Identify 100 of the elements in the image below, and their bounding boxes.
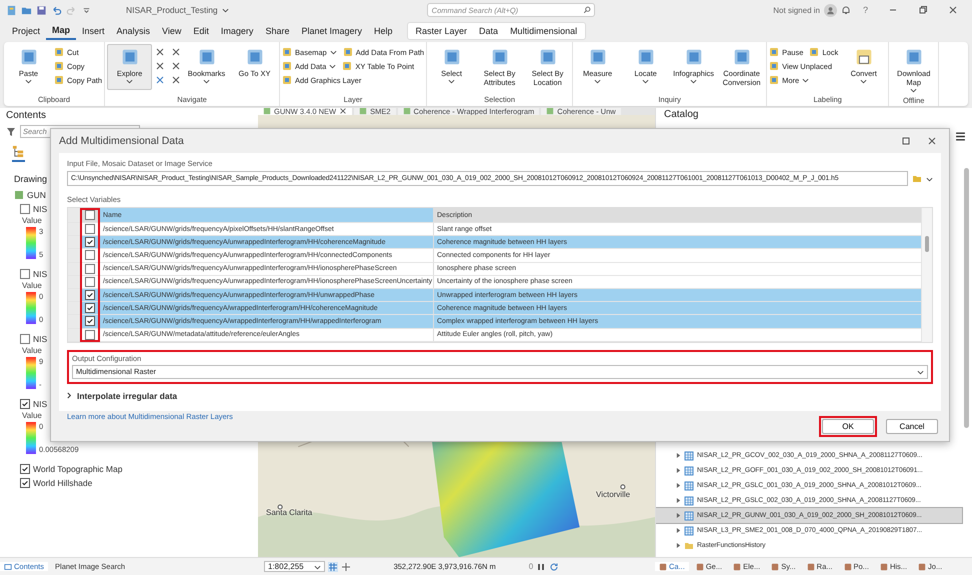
ribbon-tab[interactable]: Analysis (110, 23, 156, 39)
row-checkbox[interactable] (85, 264, 95, 274)
layer-checkbox[interactable] (20, 334, 30, 344)
ok-button[interactable]: OK (822, 418, 874, 434)
bell-icon[interactable] (840, 5, 851, 15)
row-checkbox[interactable] (85, 316, 95, 326)
tool-icon (696, 562, 704, 570)
row-checkbox[interactable] (85, 276, 95, 287)
expand-arrow-icon (676, 483, 681, 488)
place-label: Santa Clarita (266, 508, 312, 517)
map-icon (263, 108, 271, 115)
layer-name[interactable]: NIS (33, 269, 48, 279)
raster-icon (684, 480, 694, 490)
caret-icon (642, 79, 650, 84)
layer-checkbox[interactable] (20, 464, 30, 474)
raster-icon (684, 466, 694, 476)
map-icon (359, 108, 368, 115)
ribbon-tab[interactable]: Project (6, 23, 46, 39)
layer-name[interactable]: World Hillshade (33, 478, 92, 488)
tool-icon (538, 47, 558, 67)
pause-icon[interactable] (536, 562, 546, 572)
caret-icon (329, 64, 336, 69)
caret-icon[interactable] (222, 8, 229, 13)
help-button[interactable]: ? (854, 5, 876, 15)
tool-icon (806, 562, 815, 570)
ribbon-tab[interactable]: Multidimensional (504, 23, 584, 39)
layer-name[interactable]: GUN (27, 190, 46, 200)
caret-icon[interactable] (926, 176, 933, 182)
row-checkbox[interactable] (85, 303, 95, 314)
filter-icon[interactable] (6, 126, 16, 136)
close-icon[interactable] (948, 5, 958, 15)
color-ramp (26, 422, 36, 454)
expand-arrow-icon (676, 453, 681, 458)
account-status: Not signed in (773, 6, 820, 14)
ribbon-tab[interactable]: Insert (76, 23, 111, 39)
layer-checkbox[interactable] (20, 399, 30, 409)
legend-title: Value (22, 346, 42, 355)
layer-list-icon[interactable] (12, 145, 25, 162)
ribbon-tab[interactable]: Map (46, 22, 76, 40)
row-checkbox[interactable] (85, 250, 95, 260)
layer-name[interactable]: NIS (33, 204, 48, 214)
ribbon-tab[interactable]: Raster Layer (410, 23, 474, 39)
tool-icon (636, 47, 656, 67)
tool-icon (659, 562, 667, 570)
save-icon[interactable] (36, 4, 47, 16)
layer-name[interactable]: NIS (33, 334, 48, 344)
map-icon (546, 108, 554, 115)
tool-icon (880, 562, 888, 570)
tool-icon (769, 61, 780, 71)
caret-icon (860, 79, 868, 84)
raster-icon (684, 526, 694, 536)
layer-checkbox[interactable] (20, 269, 30, 279)
ribbon-tab[interactable]: View (156, 23, 188, 39)
expand-arrow-icon (676, 498, 681, 503)
expand-arrow-icon (676, 468, 681, 473)
refresh-icon[interactable] (549, 562, 560, 572)
ribbon-tab[interactable]: Share (259, 23, 296, 39)
close-icon[interactable] (339, 108, 348, 115)
raster-icon (684, 450, 694, 460)
tool-icon (769, 47, 780, 57)
caret-icon (690, 79, 698, 84)
row-checkbox[interactable] (85, 224, 95, 234)
restore-icon[interactable] (918, 5, 928, 15)
maximize-icon[interactable] (901, 136, 911, 146)
row-checkbox[interactable] (85, 330, 95, 340)
layer-name[interactable]: NIS (33, 399, 48, 409)
grid-icon[interactable] (328, 562, 338, 572)
expand-arrow-icon (676, 513, 681, 518)
ribbon-tab[interactable]: Edit (187, 23, 215, 39)
ribbon-tab[interactable]: Data (473, 23, 504, 39)
tool-icon (196, 47, 217, 67)
avatar-icon[interactable] (824, 4, 837, 16)
list-icon (4, 562, 12, 570)
scroll-bar[interactable] (921, 208, 932, 342)
menu-icon[interactable] (955, 131, 966, 142)
row-checkbox[interactable] (85, 237, 95, 248)
tool-icon (442, 47, 462, 67)
tool-icon (733, 562, 742, 570)
ribbon-tab[interactable]: Help (368, 23, 399, 39)
selected-count: 0 (528, 562, 534, 571)
color-ramp (26, 227, 36, 259)
expander[interactable]: Interpolate irregular data (67, 390, 933, 401)
scale-dropdown[interactable]: 1:802,255 (264, 561, 325, 572)
select-all-checkbox[interactable] (85, 210, 95, 220)
tool-icon (769, 75, 780, 85)
layer-checkbox[interactable] (20, 478, 30, 488)
row-checkbox[interactable] (85, 290, 95, 300)
ribbon-tab[interactable]: Planet Imagery (295, 23, 368, 39)
close-icon[interactable] (927, 136, 937, 146)
caret-icon (917, 370, 924, 375)
tool-icon (342, 61, 352, 71)
scroll-bar[interactable] (964, 168, 969, 428)
layer-checkbox[interactable] (20, 204, 30, 214)
tool-icon (844, 562, 852, 570)
undo-icon[interactable] (51, 4, 62, 16)
ribbon-tab[interactable]: Imagery (214, 23, 260, 39)
chevron-icon (67, 392, 72, 400)
project-title[interactable]: NISAR_Product_Testing (126, 5, 218, 15)
layer-name[interactable]: World Topographic Map (33, 464, 122, 474)
cancel-button[interactable]: Cancel (886, 418, 938, 434)
